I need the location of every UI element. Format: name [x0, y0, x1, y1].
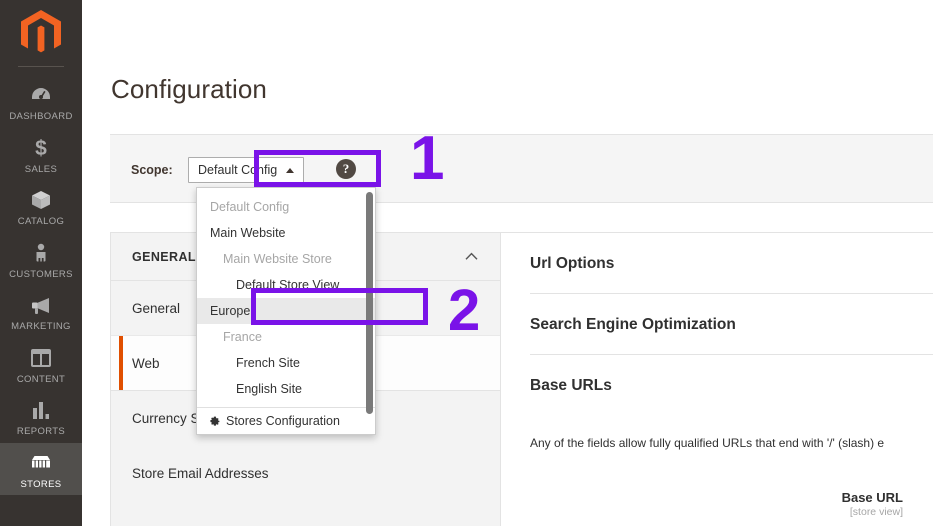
svg-text:$: $ [35, 137, 47, 160]
page-title: Configuration [111, 74, 267, 104]
config-nav-item-store-email-addresses[interactable]: Store Email Addresses [111, 446, 500, 501]
main-content: Configuration Scope: Default Config ? De… [82, 0, 933, 526]
dropdown-footer-label: Stores Configuration [226, 414, 340, 428]
dropdown-item-default-config: Default Config [210, 200, 290, 214]
content-section-search-engine-optimization[interactable]: Search Engine Optimization [530, 294, 933, 355]
scope-dropdown-menu: Default Config Main Website Main Website… [196, 187, 376, 435]
annotation-step-1: 1 [410, 124, 445, 193]
sidebar-item-sales[interactable]: $ SALES [0, 128, 82, 181]
sidebar-item-customers[interactable]: CUSTOMERS [0, 233, 82, 286]
chevron-up-icon [465, 252, 478, 260]
dropdown-item-france: France [223, 330, 262, 344]
scope-selector[interactable]: Default Config [188, 157, 305, 183]
dropdown-item-default-store-view[interactable]: Default Store View [197, 272, 375, 298]
sidebar-label: SALES [24, 163, 58, 175]
gear-icon [210, 416, 220, 426]
content-section-url-options[interactable]: Url Options [530, 233, 933, 294]
sidebar-label: MARKETING [11, 321, 71, 332]
content-note: Any of the fields allow fully qualified … [530, 436, 885, 450]
person-icon [28, 240, 54, 266]
sidebar-label: REPORTS [16, 426, 66, 437]
base-url-field-name: Base URL [841, 490, 903, 505]
question-mark-icon[interactable]: ? [336, 159, 356, 179]
scope-bar: Scope: Default Config ? Default Config M… [110, 134, 933, 435]
sidebar-label: STORES [20, 478, 62, 490]
content-section-base-urls[interactable]: Base URLs [530, 355, 933, 415]
magento-logo-icon [21, 10, 61, 53]
layout-icon [28, 345, 54, 371]
config-section-title: GENERAL [132, 249, 196, 264]
scope-label: Scope: [131, 163, 173, 177]
sidebar-item-marketing[interactable]: MARKETING [0, 285, 82, 338]
base-url-field-scope: [store view] [849, 506, 903, 518]
dropdown-item-french-site[interactable]: French Site [197, 350, 375, 376]
config-content-panel: Url Options Search Engine Optimization B… [502, 233, 933, 526]
base-url-field-label: Base URL [store view] [530, 490, 903, 518]
admin-sidebar: DASHBOARD $ SALES CATALOG CUSTOMERS MARK… [0, 0, 82, 526]
store-icon [28, 450, 54, 476]
dropdown-item-europe[interactable]: Europe [197, 298, 375, 324]
caret-up-icon [286, 167, 295, 173]
sidebar-item-reports[interactable]: REPORTS [0, 390, 82, 443]
annotation-step-2: 2 [448, 278, 481, 343]
sidebar-item-catalog[interactable]: CATALOG [0, 180, 82, 233]
scope-selected-value: Default Config [198, 163, 278, 177]
dollar-icon: $ [28, 135, 54, 161]
magento-logo[interactable] [0, 0, 82, 66]
sidebar-label: DASHBOARD [9, 111, 73, 122]
magento-admin-configuration-page: DASHBOARD $ SALES CATALOG CUSTOMERS MARK… [0, 0, 933, 526]
megaphone-icon [28, 292, 54, 318]
dropdown-item-main-website-store: Main Website Store [223, 252, 332, 266]
sidebar-label: CONTENT [16, 373, 66, 385]
sidebar-divider [18, 66, 64, 67]
sidebar-item-stores[interactable]: STORES [0, 442, 82, 495]
dropdown-item-main-website[interactable]: Main Website [197, 220, 375, 246]
sidebar-item-dashboard[interactable]: DASHBOARD [0, 75, 82, 128]
sidebar-label: CUSTOMERS [9, 268, 73, 280]
sidebar-label: CATALOG [17, 216, 65, 227]
box-icon [28, 187, 54, 213]
dropdown-scrollbar[interactable] [366, 192, 373, 414]
dropdown-item-english-site[interactable]: English Site [197, 376, 375, 402]
dashboard-icon [28, 82, 54, 108]
dropdown-stores-configuration-link[interactable]: Stores Configuration [197, 407, 375, 434]
bar-chart-icon [28, 397, 54, 423]
sidebar-item-content[interactable]: CONTENT [0, 338, 82, 391]
